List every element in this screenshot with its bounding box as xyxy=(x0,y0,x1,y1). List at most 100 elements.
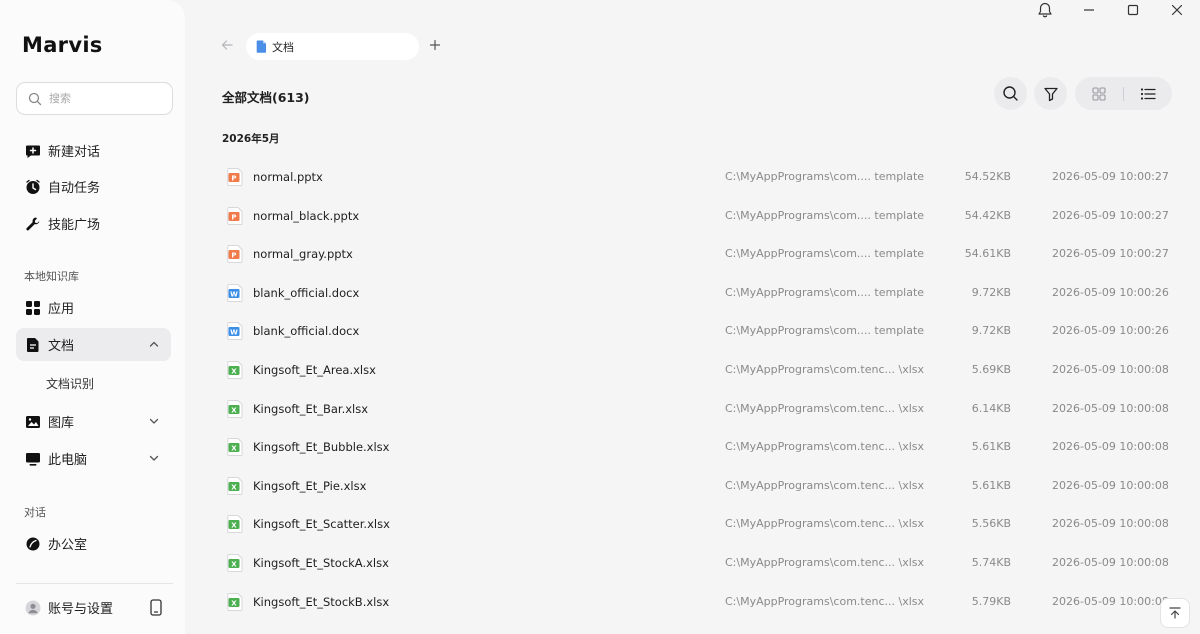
file-row[interactable]: X Kingsoft_Et_Pie.xlsx C:\MyAppPrograms\co… xyxy=(215,467,1175,505)
grid-view-icon xyxy=(1092,86,1106,101)
file-size: 9.72KB xyxy=(971,286,1011,299)
maximize-icon[interactable] xyxy=(1123,2,1143,18)
file-path: C:\MyAppPrograms\com.tenc... \xlsx xyxy=(725,402,925,415)
file-name: blank_official.docx xyxy=(253,286,360,300)
file-date: 2026-05-09 10:00:26 xyxy=(1052,324,1169,337)
file-row[interactable]: X Kingsoft_Et_Bar.xlsx C:\MyAppPrograms\co… xyxy=(215,390,1175,428)
nav-auto-tasks[interactable]: 自动任务 xyxy=(16,170,171,203)
file-name: Kingsoft_Et_Bubble.xlsx xyxy=(253,440,390,454)
file-size: 9.72KB xyxy=(971,324,1011,337)
ppt-file-icon: P xyxy=(227,168,243,186)
nav-new-chat[interactable]: 新建对话 xyxy=(16,134,171,167)
file-row[interactable]: X Kingsoft_Et_StockA.xlsx C:\MyAppPrograms… xyxy=(215,544,1175,582)
nav-docs[interactable]: 文档 xyxy=(16,328,171,361)
nav-skills[interactable]: 技能广场 xyxy=(16,207,171,240)
file-size: 54.52KB xyxy=(964,170,1011,183)
search-input[interactable] xyxy=(49,92,149,105)
view-toggle xyxy=(1075,77,1172,110)
chevron-down-icon[interactable] xyxy=(148,415,160,427)
tab-docs[interactable]: 文档 xyxy=(246,33,419,60)
file-path: C:\MyAppPrograms\com.tenc... \xlsx xyxy=(725,440,925,453)
list-view-button[interactable] xyxy=(1124,77,1172,110)
file-path: C:\MyAppPrograms\com.tenc... \xlsx xyxy=(725,595,925,608)
svg-text:P: P xyxy=(231,174,236,182)
chat-plus-icon xyxy=(25,143,41,159)
file-size: 5.56KB xyxy=(971,517,1011,530)
file-name: Kingsoft_Et_Scatter.xlsx xyxy=(253,517,390,531)
minimize-icon[interactable] xyxy=(1079,2,1099,18)
filter-icon xyxy=(1043,86,1059,102)
file-size: 5.74KB xyxy=(971,556,1011,569)
nav-label: 办公室 xyxy=(48,538,88,553)
svg-text:X: X xyxy=(231,521,237,529)
file-name: normal_black.pptx xyxy=(253,209,360,223)
xls-file-icon: X xyxy=(227,361,243,379)
section-local-kb: 本地知识库 xyxy=(24,270,79,283)
file-row[interactable]: X Kingsoft_Et_Area.xlsx C:\MyAppPrograms\c… xyxy=(215,351,1175,389)
file-date: 2026-05-09 10:00:08 xyxy=(1052,479,1169,492)
file-date: 2026-05-09 10:00:27 xyxy=(1052,170,1169,183)
chevron-down-icon[interactable] xyxy=(148,452,160,464)
nav-doc-recognition[interactable]: 文档识别 xyxy=(46,375,94,392)
nav-gallery[interactable]: 图库 xyxy=(16,405,171,438)
nav-office[interactable]: 办公室 xyxy=(16,527,171,560)
ppt-file-icon: P xyxy=(227,245,243,263)
grid-view-button[interactable] xyxy=(1075,77,1123,110)
file-path: C:\MyAppPrograms\com.... template xyxy=(725,324,925,337)
xls-file-icon: X xyxy=(227,554,243,572)
xls-file-icon: X xyxy=(227,477,243,495)
svg-text:W: W xyxy=(230,290,238,298)
file-row[interactable]: Wblank_official.docx C:\MyAppPrograms\com… xyxy=(215,274,1175,312)
scroll-top-button[interactable] xyxy=(1160,598,1190,628)
grid-icon xyxy=(25,300,41,316)
arrow-left-icon[interactable] xyxy=(220,38,234,52)
plus-icon[interactable] xyxy=(428,38,442,52)
doc-file-icon: W xyxy=(227,284,243,302)
filter-button[interactable] xyxy=(1034,77,1067,110)
chevron-up-icon[interactable] xyxy=(148,338,160,350)
file-date: 2026-05-09 10:00:08 xyxy=(1052,402,1169,415)
svg-text:X: X xyxy=(231,483,237,491)
phone-icon[interactable] xyxy=(149,599,163,616)
bell-icon[interactable] xyxy=(1035,2,1055,18)
user-icon xyxy=(25,600,41,616)
file-date: 2026-05-09 10:00:08 xyxy=(1052,440,1169,453)
file-size: 5.79KB xyxy=(971,595,1011,608)
close-icon[interactable] xyxy=(1167,2,1187,18)
file-row[interactable]: Wblank_official.docx C:\MyAppPrograms\com… xyxy=(215,312,1175,350)
account-settings[interactable]: 账号与设置 xyxy=(16,591,173,624)
clock-icon xyxy=(25,179,41,195)
file-name: blank_official.docx xyxy=(253,324,360,338)
nav-label: 此电脑 xyxy=(48,453,88,468)
file-row[interactable]: Pnormal_gray.pptx C:\MyAppPrograms\com...… xyxy=(215,235,1175,273)
file-size: 5.61KB xyxy=(971,479,1011,492)
xls-file-icon: X xyxy=(227,438,243,456)
nav-this-pc[interactable]: 此电脑 xyxy=(16,442,171,475)
tab-label: 文档 xyxy=(272,40,294,54)
document-icon xyxy=(256,40,267,53)
file-row[interactable]: X Kingsoft_Et_Scatter.xlsx C:\MyAppProgram… xyxy=(215,505,1175,543)
nav-label: 技能广场 xyxy=(48,218,101,233)
file-date: 2026-05-09 10:00:08 xyxy=(1052,595,1169,608)
file-path: C:\MyAppPrograms\com.tenc... \xlsx xyxy=(725,517,925,530)
nav-apps[interactable]: 应用 xyxy=(16,291,171,324)
file-row[interactable]: Pnormal_black.pptx C:\MyAppPrograms\com..… xyxy=(215,197,1175,235)
search-icon xyxy=(28,92,42,106)
sidebar: Marvis 新建对话 自动任务 技能广场 本地知识库 应用 xyxy=(0,0,185,634)
app-logo: Marvis xyxy=(22,33,103,57)
file-size: 54.42KB xyxy=(964,209,1011,222)
file-name: normal_gray.pptx xyxy=(253,247,353,261)
file-row[interactable]: X Kingsoft_Et_Bubble.xlsx C:\MyAppPrograms… xyxy=(215,428,1175,466)
file-date: 2026-05-09 10:00:26 xyxy=(1052,286,1169,299)
search-box[interactable] xyxy=(16,82,173,115)
svg-text:X: X xyxy=(231,406,237,414)
xls-file-icon: X xyxy=(227,593,243,611)
file-date: 2026-05-09 10:00:27 xyxy=(1052,209,1169,222)
image-icon xyxy=(25,414,41,430)
svg-text:P: P xyxy=(231,213,236,221)
xls-file-icon: X xyxy=(227,400,243,418)
file-row[interactable]: X Kingsoft_Et_StockB.xlsx C:\MyAppPrograms… xyxy=(215,583,1175,621)
file-name: normal.pptx xyxy=(253,170,323,184)
search-button[interactable] xyxy=(994,77,1027,110)
file-row[interactable]: Pnormal.pptx C:\MyAppPrograms\com.... tem… xyxy=(215,158,1175,196)
